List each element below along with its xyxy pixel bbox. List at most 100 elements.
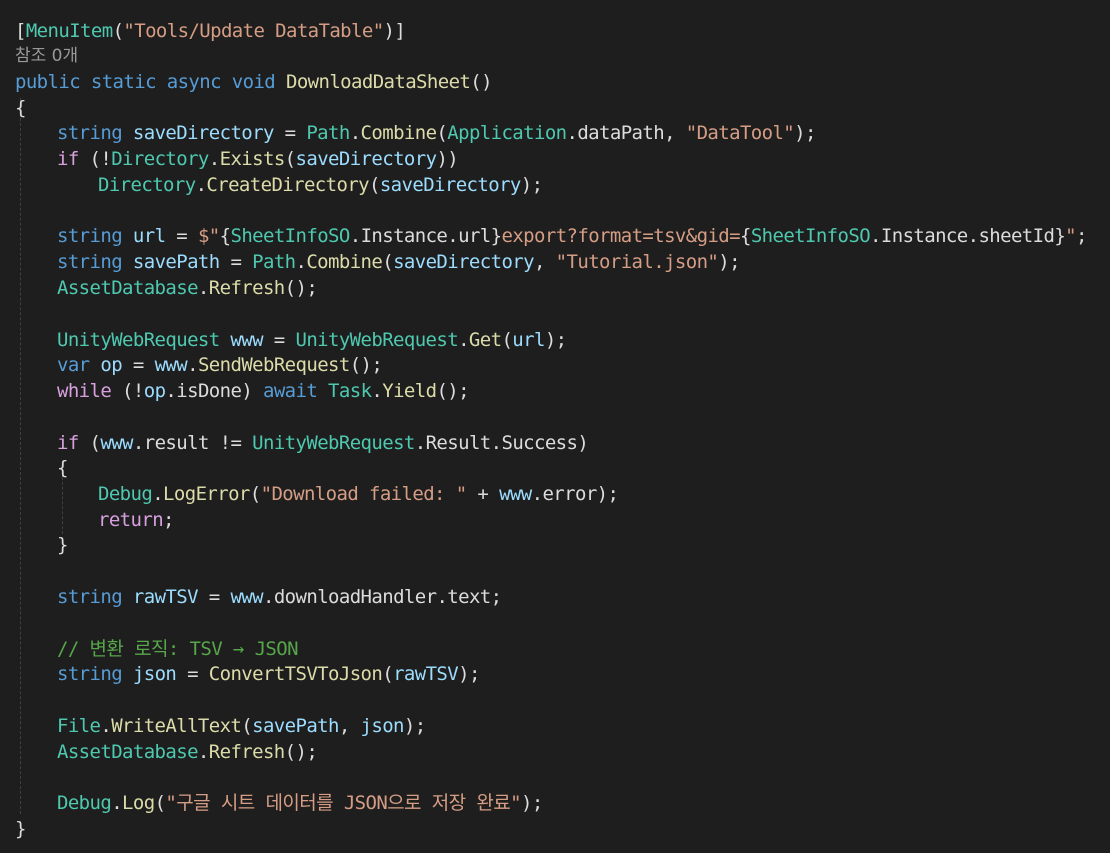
token: }: [1054, 225, 1066, 247]
token-type: SheetInfoSO: [750, 225, 871, 247]
token: .: [870, 225, 881, 247]
code-line-return[interactable]: return;: [98, 507, 174, 533]
token-method: Exists: [219, 148, 286, 170]
code-line-url[interactable]: string url = $"{SheetInfoSO.Instance.url…: [57, 223, 1087, 249]
token-method: Yield: [382, 380, 437, 402]
token: (: [112, 20, 124, 42]
token-field: dataPath: [577, 122, 665, 144]
code-line-web-request[interactable]: UnityWebRequest www = UnityWebRequest.Ge…: [57, 327, 567, 353]
token-variable: savePath: [132, 251, 220, 273]
token: }: [57, 534, 68, 556]
code-line-if-brace-close[interactable]: }: [57, 532, 68, 558]
token: ): [241, 380, 263, 402]
token: {: [739, 225, 751, 247]
token: ;: [163, 509, 174, 531]
token: )): [436, 148, 459, 170]
code-line-log-error[interactable]: Debug.LogError("Download failed: " + www…: [98, 481, 619, 507]
token-property: text: [447, 586, 491, 608]
token-method: DownloadDataSheet: [285, 71, 471, 93]
token: (: [382, 251, 394, 273]
token: .: [111, 792, 123, 814]
token: .: [165, 380, 177, 402]
code-line-attribute[interactable]: [MenuItem("Tools/Update DataTable")]: [15, 18, 406, 44]
code-line-while[interactable]: while (!op.isDone) await Task.Yield();: [57, 378, 470, 404]
code-line-save-path[interactable]: string savePath = Path.Combine(saveDirec…: [57, 249, 741, 275]
token-variable: www: [219, 329, 263, 351]
code-line-json[interactable]: string json = ConvertTSVToJson(rawTSV);: [57, 661, 480, 687]
token: .: [447, 225, 459, 247]
token-type: Path: [306, 122, 350, 144]
token-type: Debug: [57, 792, 112, 814]
token: .: [436, 586, 448, 608]
token: (: [501, 329, 513, 351]
token-type: SheetInfoSO: [230, 225, 350, 247]
code-line-refresh-1[interactable]: AssetDatabase.Refresh();: [57, 275, 318, 301]
token-property: error: [542, 483, 597, 505]
token: (: [249, 483, 261, 505]
token-property: Success: [501, 432, 578, 454]
token: (!: [111, 380, 144, 402]
token-type: MenuItem: [25, 20, 113, 42]
token-variable: url: [512, 329, 545, 351]
token: );: [794, 122, 816, 144]
token: .: [197, 741, 209, 763]
token-string: "Tutorial.json": [555, 251, 719, 273]
token-control-keyword: return: [98, 509, 164, 531]
code-line-brace-open[interactable]: {: [15, 95, 26, 121]
token-property: url: [458, 225, 491, 247]
token: }: [15, 818, 26, 840]
token: );: [544, 329, 567, 351]
token: =: [197, 586, 231, 608]
token-type: AssetDatabase: [57, 741, 199, 763]
code-line-if-exists[interactable]: if (!Directory.Exists(saveDirectory)): [57, 146, 459, 172]
token-type: UnityWebRequest: [252, 432, 415, 454]
token: .: [414, 432, 426, 454]
token: ();: [284, 277, 318, 299]
code-line-brace-close[interactable]: }: [15, 816, 26, 842]
token: );: [403, 715, 426, 737]
code-line-create-directory[interactable]: Directory.CreateDirectory(saveDirectory)…: [98, 172, 543, 198]
token: .: [349, 225, 361, 247]
code-line-write-all-text[interactable]: File.WriteAllText(savePath, json);: [57, 713, 426, 739]
token: (): [470, 71, 492, 93]
token: .: [195, 174, 207, 196]
codelens-references[interactable]: 참조 0개: [15, 43, 78, 69]
token-keyword: string: [57, 251, 123, 273]
code-line-if-brace-open[interactable]: {: [57, 455, 68, 481]
code-line-raw-tsv[interactable]: string rawTSV = www.downloadHandler.text…: [57, 584, 502, 610]
token-method: Get: [468, 329, 502, 351]
token-type: UnityWebRequest: [57, 329, 220, 351]
token: .: [132, 432, 144, 454]
token-variable: op: [89, 354, 123, 376]
token: (: [241, 715, 253, 737]
token: );: [520, 174, 543, 196]
code-line-save-directory[interactable]: string saveDirectory = Path.Combine(Appl…: [57, 120, 816, 146]
token: [: [15, 20, 26, 42]
code-line-refresh-2[interactable]: AssetDatabase.Refresh();: [57, 739, 318, 765]
token: ;: [490, 586, 502, 608]
code-line-debug-log[interactable]: Debug.Log("구글 시트 데이터를 JSON으로 저장 완료");: [57, 790, 543, 816]
token-variable: saveDirectory: [379, 174, 522, 196]
code-line-comment[interactable]: // 변환 로직: TSV → JSON: [57, 636, 299, 662]
token-variable: rawTSV: [393, 663, 459, 685]
token-string: export?format=tsv&gid=: [501, 225, 741, 247]
code-line-if-result[interactable]: if (www.result != UnityWebRequest.Result…: [57, 430, 589, 456]
token: (: [369, 174, 380, 196]
token: );: [458, 663, 480, 685]
token-property: sheetId: [978, 225, 1055, 247]
code-line-send-request[interactable]: var op = www.SendWebRequest();: [57, 352, 383, 378]
token: .: [371, 380, 383, 402]
token: .: [458, 329, 469, 351]
code-line-signature[interactable]: public static async void DownloadDataShe…: [15, 69, 493, 95]
token-keyword: await: [263, 380, 318, 402]
code-editor[interactable]: [MenuItem("Tools/Update DataTable")] 참조 …: [0, 0, 1110, 853]
token-string: "Tools/Update DataTable": [123, 20, 384, 42]
token: =: [262, 329, 296, 351]
token: .: [208, 148, 220, 170]
token: ();: [349, 354, 383, 376]
token: (: [382, 663, 394, 685]
token-property: Instance: [880, 225, 968, 247]
token-variable: saveDirectory: [393, 251, 535, 273]
token: ,: [664, 122, 686, 144]
token-type: File: [57, 715, 101, 737]
